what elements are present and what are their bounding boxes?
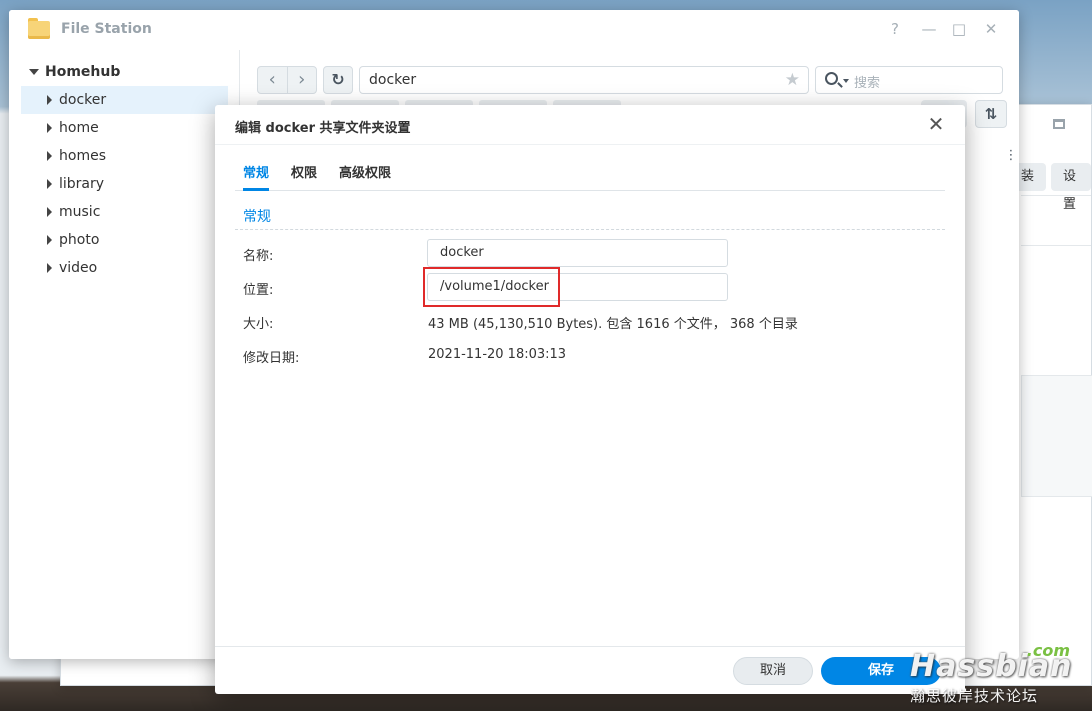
tree-root-homehub[interactable]: Homehub	[29, 64, 120, 80]
tree-item-library[interactable]: library	[21, 170, 228, 198]
chevron-down-icon[interactable]	[843, 79, 849, 83]
close-icon[interactable]: ✕	[981, 19, 1001, 39]
window-title: File Station	[61, 21, 152, 37]
refresh-button[interactable]: ↻	[323, 66, 353, 94]
background-settings-button[interactable]: 设置	[1051, 163, 1091, 212]
dialog-header: 编辑 docker 共享文件夹设置 ✕	[215, 105, 965, 145]
divider	[1021, 195, 1091, 196]
tree-item-photo[interactable]: photo	[21, 226, 228, 254]
caret-down-icon	[29, 69, 39, 75]
modified-date-value: 2021-11-20 18:03:13	[428, 347, 567, 362]
path-input[interactable]: docker ★	[359, 66, 809, 94]
edit-shared-folder-dialog: 编辑 docker 共享文件夹设置 ✕ 常规 权限 高级权限 常规 名称: do…	[215, 105, 965, 694]
caret-right-icon	[47, 151, 52, 161]
nav-buttons: ‹ ›	[257, 66, 317, 94]
modified-date-label: 修改日期:	[243, 351, 300, 366]
caret-right-icon	[47, 263, 52, 273]
back-button[interactable]: ‹	[258, 67, 287, 93]
background-panel	[1021, 375, 1092, 497]
tab-permissions[interactable]: 权限	[291, 162, 317, 191]
search-placeholder: 搜索	[854, 76, 881, 91]
section-title: 常规	[243, 209, 271, 225]
search-input[interactable]: 搜索	[815, 66, 1003, 94]
tab-advanced-permissions[interactable]: 高级权限	[339, 162, 391, 191]
maximize-icon[interactable]: □	[949, 19, 969, 39]
tree-item-home[interactable]: home	[21, 114, 228, 142]
cancel-button[interactable]: 取消	[733, 657, 813, 685]
tree-item-homes[interactable]: homes	[21, 142, 228, 170]
title-bar: File Station ? — □ ✕	[9, 10, 1019, 50]
size-label: 大小:	[243, 317, 274, 332]
caret-right-icon	[47, 179, 52, 189]
caret-right-icon	[47, 95, 52, 105]
help-icon[interactable]: ?	[885, 19, 905, 39]
dialog-title: 编辑 docker 共享文件夹设置	[235, 121, 411, 136]
tree-item-music[interactable]: music	[21, 198, 228, 226]
more-icon[interactable]: ⋮	[1001, 142, 1019, 170]
dialog-tabs: 常规 权限 高级权限	[235, 157, 945, 191]
folder-icon	[28, 18, 50, 40]
caret-right-icon	[47, 207, 52, 217]
watermark-suffix: .com	[1026, 641, 1070, 660]
highlight-annotation	[423, 267, 560, 307]
watermark-tagline: 瀚思彼岸技术论坛	[910, 687, 1039, 705]
tree-item-docker[interactable]: docker	[21, 86, 228, 114]
close-icon[interactable]: ✕	[927, 114, 945, 134]
location-label: 位置:	[243, 283, 274, 298]
folder-tree: Homehub docker home homes library music …	[9, 50, 240, 659]
tree-item-video[interactable]: video	[21, 254, 228, 282]
caret-right-icon	[47, 123, 52, 133]
size-value: 43 MB (45,130,510 Bytes). 包含 1616 个文件， 3…	[428, 317, 798, 332]
search-icon	[825, 72, 838, 85]
tab-general[interactable]: 常规	[243, 162, 270, 191]
path-text: docker	[369, 72, 417, 88]
minimize-icon[interactable]: —	[919, 19, 939, 39]
name-field[interactable]: docker	[427, 239, 728, 267]
section-divider	[235, 229, 945, 230]
watermark-logo: Hassbian .com 瀚思彼岸技术论坛	[910, 641, 1071, 705]
divider	[1021, 245, 1091, 246]
name-label: 名称:	[243, 249, 274, 264]
dialog-footer: 取消 保存	[215, 646, 965, 694]
restore-icon[interactable]	[1053, 119, 1065, 129]
star-icon[interactable]: ★	[785, 67, 800, 93]
sort-button[interactable]: ⇅	[975, 100, 1007, 128]
forward-button[interactable]: ›	[286, 67, 317, 93]
caret-right-icon	[47, 235, 52, 245]
